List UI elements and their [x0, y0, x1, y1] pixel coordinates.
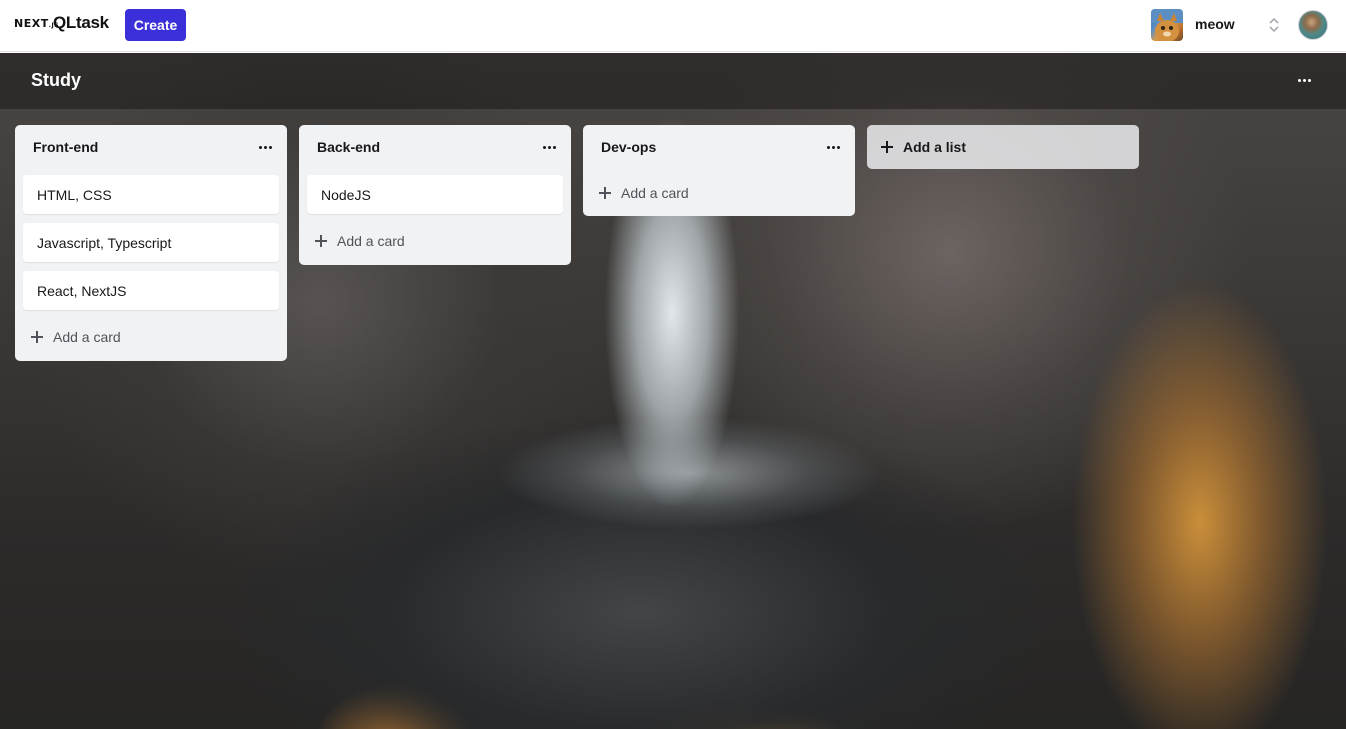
card[interactable]: HTML, CSS: [23, 175, 279, 214]
list-more-icon[interactable]: [253, 137, 277, 157]
board-header: Study: [0, 53, 1346, 109]
card[interactable]: NodeJS: [307, 175, 563, 214]
card[interactable]: React, NextJS: [23, 271, 279, 310]
card[interactable]: Javascript, Typescript: [23, 223, 279, 262]
add-card-label: Add a card: [621, 185, 689, 201]
list-front-end: Front-end HTML, CSS Javascript, Typescri…: [15, 125, 287, 361]
board-title[interactable]: Study: [31, 70, 81, 91]
plus-icon: [315, 235, 327, 247]
list-title[interactable]: Back-end: [317, 139, 380, 155]
plus-icon: [599, 187, 611, 199]
create-button[interactable]: Create: [125, 9, 186, 41]
user-avatar[interactable]: [1298, 10, 1328, 40]
list-more-icon[interactable]: [821, 137, 845, 157]
workspace-name[interactable]: meow: [1195, 16, 1235, 32]
list-more-icon[interactable]: [537, 137, 561, 157]
list-title[interactable]: Front-end: [33, 139, 98, 155]
plus-icon: [31, 331, 43, 343]
add-card-label: Add a card: [53, 329, 121, 345]
workspace-avatar[interactable]: [1151, 9, 1183, 41]
add-list-button[interactable]: Add a list: [867, 125, 1139, 169]
chevron-up-down-icon[interactable]: [1267, 15, 1281, 35]
list-title[interactable]: Dev-ops: [601, 139, 656, 155]
add-list-label: Add a list: [903, 139, 967, 155]
board-more-icon[interactable]: [1291, 70, 1317, 90]
list-dev-ops: Dev-ops Add a card: [583, 125, 855, 216]
add-card-button[interactable]: Add a card: [599, 183, 689, 203]
add-card-button[interactable]: Add a card: [315, 231, 405, 251]
brand-name[interactable]: QLtask: [53, 13, 109, 33]
add-card-label: Add a card: [337, 233, 405, 249]
top-navbar: NEXT.JS QLtask Create meow: [0, 0, 1346, 52]
add-card-button[interactable]: Add a card: [31, 327, 121, 347]
plus-icon: [881, 141, 893, 153]
list-back-end: Back-end NodeJS Add a card: [299, 125, 571, 265]
board-canvas: Study Front-end HTML, CSS Javascript, Ty…: [0, 53, 1346, 729]
